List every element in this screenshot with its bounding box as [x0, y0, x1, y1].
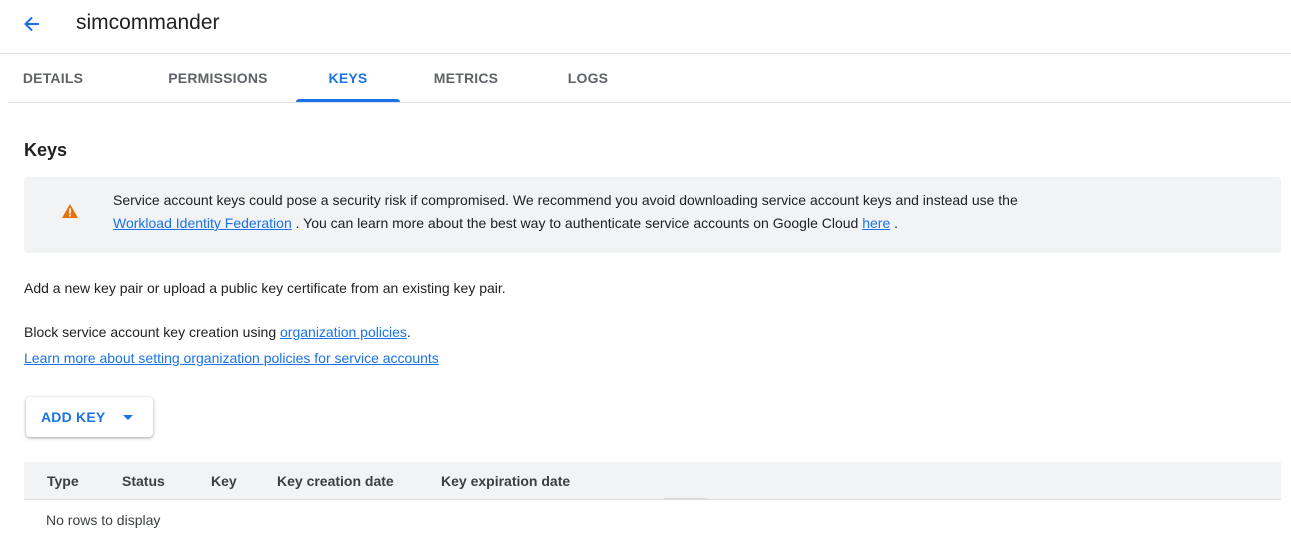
organization-policies-link[interactable]: organization policies — [280, 324, 407, 340]
empty-table-message: No rows to display — [46, 512, 161, 528]
tab-details[interactable]: DETAILS — [8, 55, 98, 102]
add-key-label: ADD KEY — [41, 409, 106, 425]
workload-identity-federation-link[interactable]: Workload Identity Federation — [113, 215, 292, 231]
tab-keys[interactable]: KEYS — [296, 55, 400, 102]
block-text: Block service account key creation using — [24, 324, 277, 340]
warning-text-end: . — [894, 215, 899, 231]
back-button[interactable] — [16, 8, 48, 40]
column-header-key-creation-date[interactable]: Key creation date — [277, 472, 394, 490]
learn-more-org-policies-link[interactable]: Learn more about setting organization po… — [24, 350, 439, 366]
warning-message: Service account keys could pose a securi… — [113, 189, 1263, 235]
caret-down-icon — [123, 415, 133, 420]
tab-permissions[interactable]: PERMISSIONS — [146, 55, 290, 102]
add-key-button[interactable]: ADD KEY — [26, 397, 153, 437]
section-title: Keys — [24, 140, 68, 160]
tab-metrics[interactable]: METRICS — [416, 55, 516, 102]
learn-more-line: Learn more about setting organization po… — [24, 347, 439, 370]
page-title: simcommander — [76, 11, 220, 34]
security-warning-banner: Service account keys could pose a securi… — [24, 177, 1281, 253]
keys-table-header: Type Status Key Key creation date Key ex… — [24, 462, 1281, 500]
warning-text: Service account keys could pose a securi… — [113, 192, 1018, 208]
arrow-left-icon — [24, 16, 39, 32]
column-resize-handle[interactable] — [664, 498, 708, 500]
block-key-creation-text: Block service account key creation using… — [24, 321, 411, 344]
warning-triangle-icon — [62, 204, 78, 218]
column-header-key[interactable]: Key — [211, 472, 237, 490]
column-header-status[interactable]: Status — [122, 472, 165, 490]
active-tab-indicator — [296, 99, 400, 102]
block-text-end: . — [406, 324, 411, 340]
tab-bar: DETAILS PERMISSIONS KEYS METRICS LOGS — [8, 55, 1291, 103]
keys-description: Add a new key pair or upload a public ke… — [24, 280, 506, 296]
column-header-key-expiration-date[interactable]: Key expiration date — [441, 472, 570, 490]
here-link[interactable]: here — [862, 215, 890, 231]
tab-logs[interactable]: LOGS — [548, 55, 628, 102]
top-bar: simcommander — [0, 0, 1291, 54]
column-header-type[interactable]: Type — [47, 472, 79, 490]
warning-text-continued: . You can learn more about the best way … — [295, 215, 859, 231]
